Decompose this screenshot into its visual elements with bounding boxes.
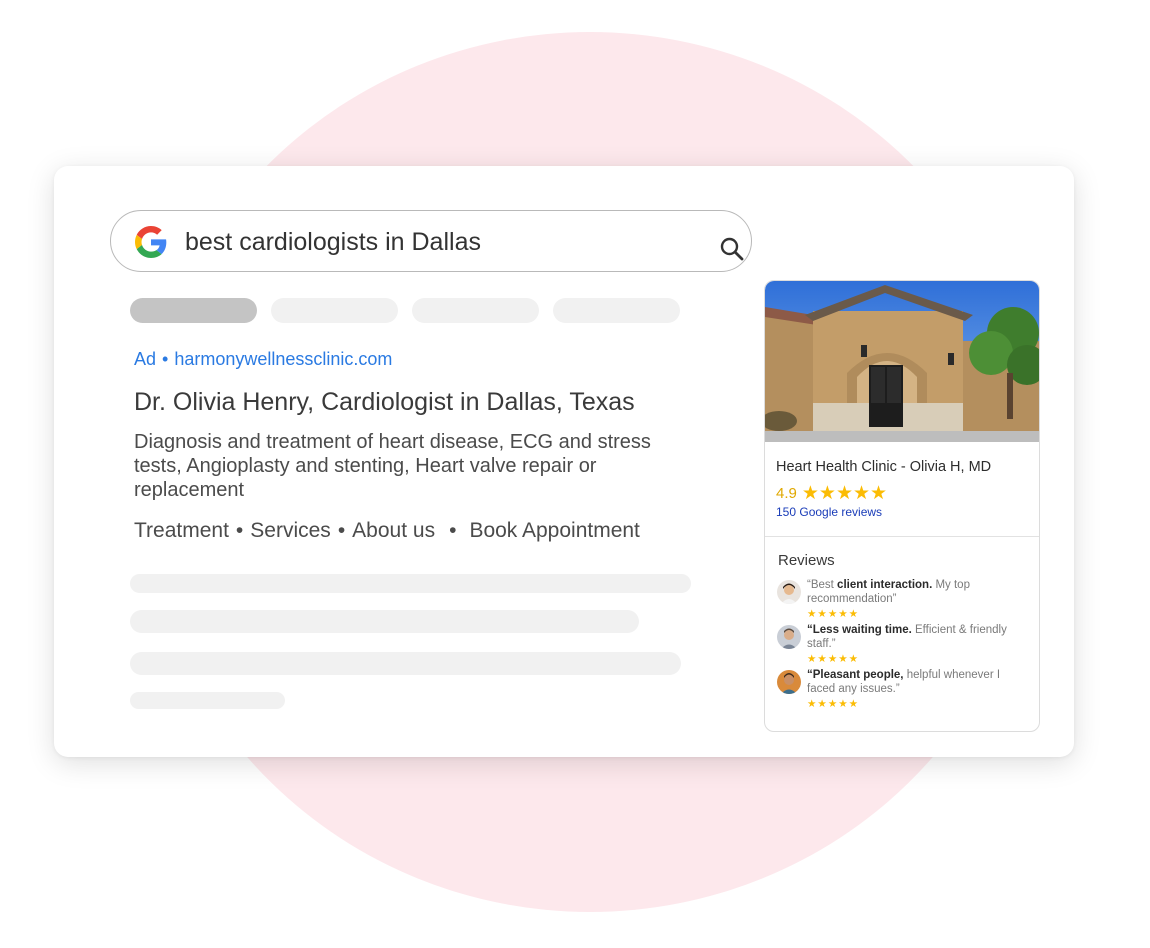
review-text: “Pleasant people, helpful whenever I fac…: [807, 669, 1001, 695]
review-count-link[interactable]: 150 Google reviews: [776, 505, 882, 519]
ad-url[interactable]: harmonywellnessclinic.com: [174, 349, 392, 369]
filter-pill[interactable]: [412, 298, 539, 323]
review-text: “Best client interaction. My top recomme…: [807, 579, 970, 605]
google-logo-icon: [135, 226, 167, 258]
rating-row: 4.9 ★★★★★: [776, 482, 887, 505]
divider: [765, 536, 1039, 537]
sitelink-services[interactable]: Services: [250, 519, 331, 542]
review-text: “Less waiting time. Efficient & friendly…: [807, 624, 1007, 650]
business-name[interactable]: Heart Health Clinic - Olivia H, MD: [776, 459, 991, 475]
star-icon: ★: [801, 483, 819, 504]
reviews-heading: Reviews: [778, 552, 835, 569]
sitelink-separator: •: [235, 519, 244, 542]
ad-url-line[interactable]: Ad • harmonywellnessclinic.com: [134, 349, 392, 370]
placeholder-line: [130, 574, 691, 593]
result-description: Diagnosis and treatment of heart disease…: [134, 431, 651, 501]
sitelink-separator: •: [337, 519, 346, 542]
sitelink-separator: •: [449, 519, 457, 542]
star-icon: ★: [835, 483, 853, 504]
search-bar[interactable]: best cardiologists in Dallas: [110, 210, 752, 272]
search-results-card: best cardiologists in Dallas Ad • harmonyw…: [54, 166, 1074, 757]
rating-stars: ★★★★★: [802, 482, 887, 505]
clinic-photo: [765, 281, 1039, 442]
review-stars: ★★★★★: [807, 608, 860, 620]
placeholder-line: [130, 692, 285, 709]
sitelink-treatment[interactable]: Treatment: [134, 519, 229, 542]
sitelinks: Treatment • Services • About us • Book Appoint…: [134, 519, 640, 543]
filter-pill-active[interactable]: [130, 298, 257, 323]
placeholder-line: [130, 652, 681, 675]
search-query-text[interactable]: best cardiologists in Dallas: [185, 228, 481, 257]
sitelink-book-appointment[interactable]: Book Appointment: [469, 519, 639, 542]
knowledge-panel: Heart Health Clinic - Olivia H, MD 4.9 ★…: [764, 280, 1040, 732]
star-icon: ★: [818, 483, 836, 504]
rating-value: 4.9: [776, 485, 797, 502]
filter-pill[interactable]: [553, 298, 680, 323]
avatar: [777, 670, 801, 694]
sitelink-about-us[interactable]: About us: [352, 519, 435, 542]
star-icon: ★: [853, 483, 871, 504]
review-stars: ★★★★★: [807, 653, 860, 665]
avatar: [777, 580, 801, 604]
result-title[interactable]: Dr. Olivia Henry, Cardiologist in Dallas…: [134, 388, 635, 417]
ad-separator: •: [162, 349, 169, 369]
ad-label: Ad: [134, 349, 157, 369]
star-icon: ★: [870, 483, 888, 504]
filter-pill[interactable]: [271, 298, 398, 323]
magnifier-icon[interactable]: [719, 236, 745, 262]
avatar: [777, 625, 801, 649]
placeholder-line: [130, 610, 639, 633]
review-stars: ★★★★★: [807, 698, 860, 710]
